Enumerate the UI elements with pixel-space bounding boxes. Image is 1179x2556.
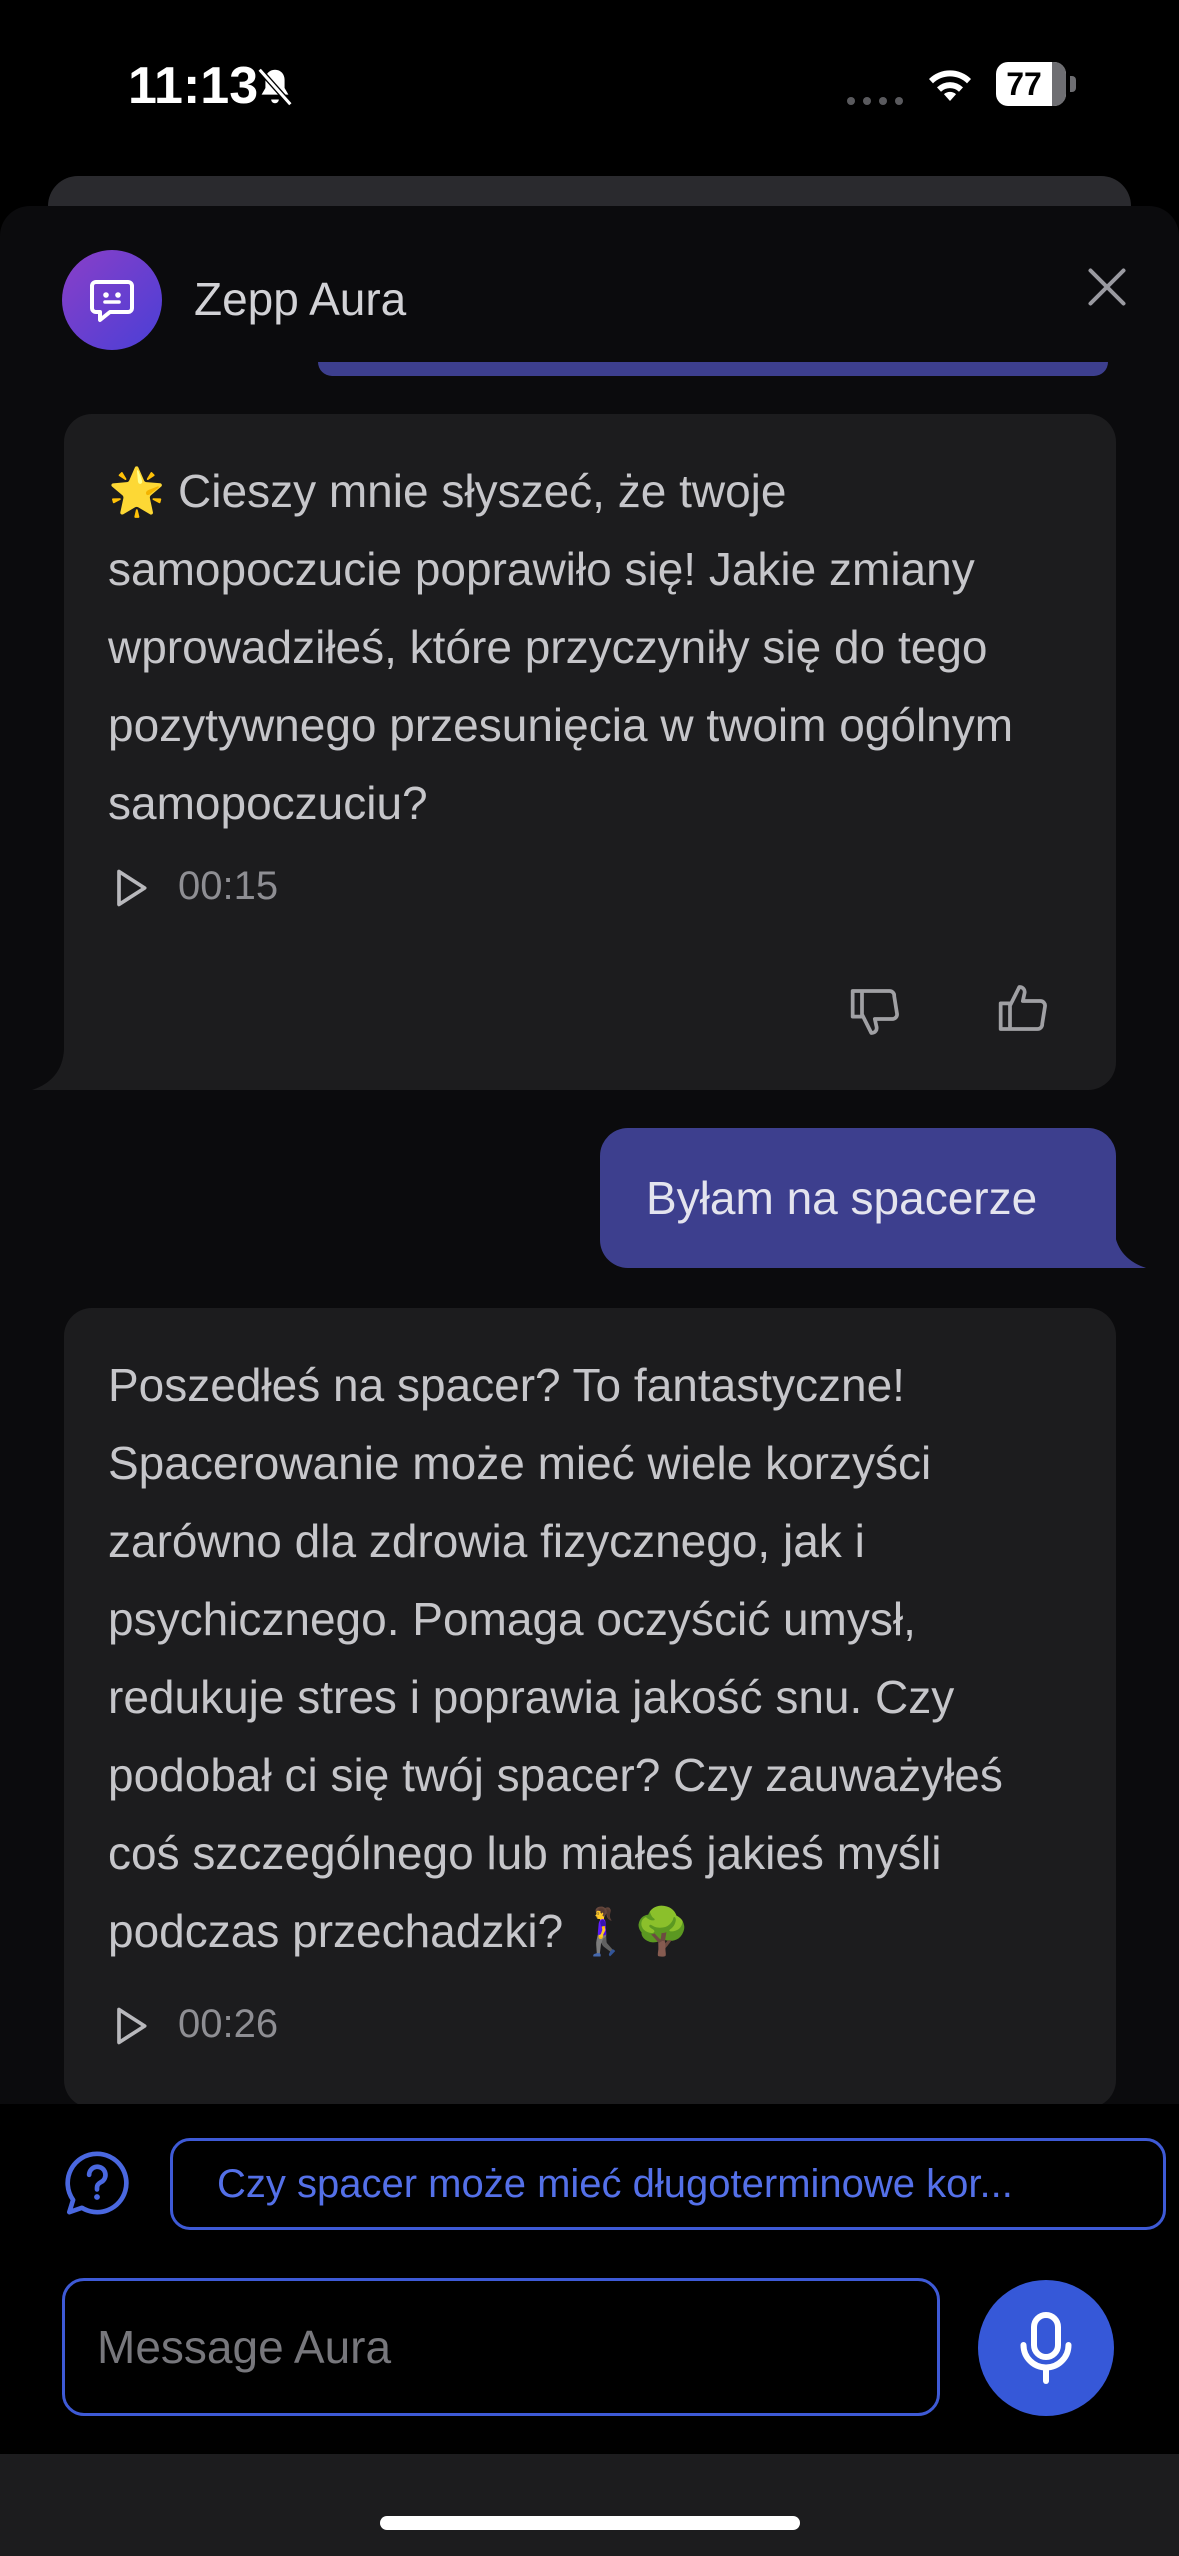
microphone-icon	[1020, 2312, 1072, 2384]
assistant-message-text: Poszedłeś na spacer? To fantastyczne! Sp…	[108, 1359, 1003, 1957]
chat-bot-icon	[90, 280, 134, 322]
previous-user-message-edge	[318, 362, 1108, 376]
chat-title: Zepp Aura	[194, 273, 407, 325]
user-message-text: Byłam na spacerze	[646, 1172, 1038, 1224]
bubble-tail	[32, 1050, 92, 1090]
home-indicator-area	[0, 2454, 1179, 2556]
assistant-message: Poszedłeś na spacer? To fantastyczne! Sp…	[64, 1308, 1116, 2108]
play-icon[interactable]	[108, 2004, 152, 2048]
message-input[interactable]	[62, 2278, 940, 2416]
assistant-message-text: 🌟 Cieszy mnie słyszeć, że twoje samopocz…	[108, 465, 1014, 829]
assistant-message: 🌟 Cieszy mnie słyszeć, że twoje samopocz…	[32, 414, 1116, 1090]
audio-duration: 00:26	[178, 2002, 279, 2046]
signal-dots-icon	[847, 97, 903, 105]
question-bubble-icon[interactable]	[62, 2148, 132, 2218]
close-icon[interactable]	[1085, 265, 1129, 309]
thumb-up-icon[interactable]	[996, 980, 1052, 1036]
suggested-question-chip[interactable]: Czy spacer może mieć długoterminowe kor.…	[170, 2138, 1166, 2230]
microphone-button[interactable]	[978, 2280, 1114, 2416]
audio-player[interactable]: 00:26	[108, 1996, 408, 2056]
status-time: 11:13	[128, 57, 259, 115]
battery-level: 77	[1006, 66, 1042, 102]
wifi-icon	[929, 70, 971, 101]
bell-slash-icon	[257, 67, 293, 107]
battery-cap	[1070, 76, 1076, 92]
audio-player[interactable]: 00:15	[108, 858, 408, 918]
thumb-down-icon[interactable]	[848, 984, 904, 1040]
user-message: Byłam na spacerze	[600, 1128, 1146, 1268]
aura-avatar	[62, 250, 162, 350]
home-indicator[interactable]	[380, 2516, 800, 2530]
play-icon[interactable]	[108, 866, 152, 910]
battery-icon: 77	[996, 62, 1066, 106]
status-bar: 11:13 77	[0, 0, 1179, 170]
audio-duration: 00:15	[178, 864, 279, 908]
bubble-tail	[1088, 1228, 1146, 1268]
